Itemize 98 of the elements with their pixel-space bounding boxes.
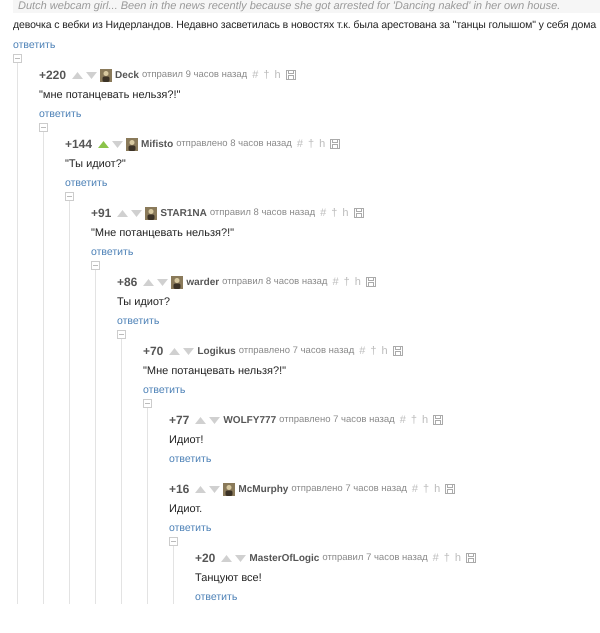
score: +20 <box>195 550 216 567</box>
upvote-icon[interactable] <box>169 348 180 354</box>
downvote-icon[interactable] <box>131 210 142 216</box>
action-icon[interactable]: # <box>332 274 339 290</box>
save-icon[interactable] <box>392 346 403 356</box>
reply-link[interactable]: ответить <box>117 314 160 328</box>
action-icon[interactable]: # <box>359 342 366 360</box>
action-icon[interactable]: h <box>382 342 388 360</box>
post-time: отправлено 7 часов назад <box>238 344 354 358</box>
score: +91 <box>91 205 112 222</box>
post-time: отправил 9 часов назад <box>142 68 248 82</box>
reply-link[interactable]: ответить <box>169 521 212 535</box>
comment-text: "Мне потанцевать нельзя?!" <box>91 226 236 240</box>
collapse-icon[interactable] <box>169 537 178 546</box>
author-name[interactable]: WOLFY777 <box>223 412 276 428</box>
save-icon[interactable] <box>445 484 456 494</box>
comment-text: "Ты идиот?" <box>65 157 127 171</box>
save-icon[interactable] <box>286 70 296 80</box>
action-icon[interactable]: † <box>370 342 377 360</box>
downvote-icon[interactable] <box>209 416 220 424</box>
action-icon[interactable]: † <box>344 274 350 290</box>
upvote-icon[interactable] <box>195 416 206 424</box>
action-icon[interactable]: # <box>320 204 326 222</box>
author-name[interactable]: Deck <box>115 68 139 82</box>
reply-link[interactable]: ответить <box>39 107 82 121</box>
upvote-icon[interactable] <box>72 72 84 78</box>
action-icon[interactable]: h <box>454 550 462 566</box>
score: +77 <box>169 412 190 429</box>
comment-text: Танцуют все! <box>195 571 263 585</box>
action-icon[interactable]: h <box>342 204 348 222</box>
action-icon[interactable]: † <box>423 480 430 498</box>
save-icon[interactable] <box>433 415 444 425</box>
post-time: отправлено 7 часов назад <box>279 412 395 427</box>
author-name[interactable]: STAR1NA <box>160 206 207 220</box>
post-time: отправил 8 часов назад <box>210 206 316 220</box>
reply-link[interactable]: ответить <box>195 590 238 604</box>
comment-text: Идиот. <box>169 502 204 516</box>
reply-link[interactable]: ответить <box>13 38 56 52</box>
author-name[interactable]: Mifisto <box>141 136 174 152</box>
post-time: отправил 7 часов назад <box>322 550 428 565</box>
downvote-icon[interactable] <box>183 348 194 354</box>
save-icon[interactable] <box>366 277 376 287</box>
upvote-icon[interactable] <box>117 210 128 216</box>
upvote-icon[interactable] <box>221 554 232 562</box>
score: +70 <box>143 343 164 360</box>
collapse-icon[interactable] <box>39 123 48 132</box>
post-time: отправлено 7 часов назад <box>291 482 407 496</box>
collapse-icon[interactable] <box>65 192 74 201</box>
action-icon[interactable]: † <box>308 136 314 152</box>
score: +144 <box>65 136 92 153</box>
action-icon[interactable]: † <box>444 550 450 566</box>
save-icon[interactable] <box>354 208 364 218</box>
action-icon[interactable]: h <box>434 480 440 498</box>
action-icon[interactable]: # <box>412 480 418 498</box>
score: +220 <box>39 67 66 84</box>
reply-link[interactable]: ответить <box>91 245 134 259</box>
action-icon[interactable]: h <box>422 412 428 428</box>
save-icon[interactable] <box>330 139 340 149</box>
action-icon[interactable]: † <box>410 412 417 428</box>
score: +16 <box>169 481 190 498</box>
comment-text: Идиот! <box>169 433 204 447</box>
comment-text: Ты идиот? <box>117 295 171 309</box>
caption: Dutch webcam girl... Been in the news recently because she got arrested for 'Dancing naked' in her own house. <box>13 0 600 13</box>
action-icon[interactable]: # <box>296 136 303 152</box>
action-icon[interactable]: # <box>252 66 258 84</box>
save-icon[interactable] <box>466 553 476 563</box>
reply-link[interactable]: ответить <box>169 452 212 466</box>
action-icon[interactable]: # <box>432 550 439 566</box>
author-name[interactable]: MasterOfLogic <box>249 550 320 566</box>
collapse-icon[interactable] <box>91 261 100 270</box>
action-icon[interactable]: h <box>319 136 326 152</box>
comment-text: "мне потанцевать нельзя?!" <box>39 88 182 102</box>
upvote-icon[interactable] <box>98 140 110 148</box>
collapse-icon[interactable] <box>143 399 152 408</box>
action-icon[interactable]: † <box>331 204 338 222</box>
action-icon[interactable]: † <box>263 66 270 84</box>
upvote-icon[interactable] <box>195 486 206 492</box>
collapse-icon[interactable] <box>117 330 126 339</box>
action-icon[interactable]: # <box>400 412 406 428</box>
author-name[interactable]: warder <box>186 274 220 290</box>
score: +86 <box>117 274 138 291</box>
comment-text: "Мне потанцевать нельзя?!" <box>143 364 288 378</box>
reply-link[interactable]: ответить <box>65 176 108 190</box>
collapse-icon[interactable] <box>13 54 22 63</box>
post-text: девочка с вебки из Нидерландов. Недавно засветилась в новостях т.к. была арестована за "танцы голышом" у себя дома <box>13 18 598 32</box>
action-icon[interactable]: h <box>274 66 281 84</box>
author-name[interactable]: Logikus <box>197 344 236 358</box>
downvote-icon[interactable] <box>235 554 246 562</box>
downvote-icon[interactable] <box>86 72 98 78</box>
reply-link[interactable]: ответить <box>143 383 186 397</box>
downvote-icon[interactable] <box>112 140 124 148</box>
author-name[interactable]: McMurphy <box>238 482 288 496</box>
action-icon[interactable]: h <box>354 274 361 290</box>
post-time: отправил 8 часов назад <box>222 274 328 289</box>
post-time: отправлено 8 часов назад <box>176 136 292 151</box>
downvote-icon[interactable] <box>157 278 168 286</box>
downvote-icon[interactable] <box>209 486 220 492</box>
upvote-icon[interactable] <box>143 278 154 286</box>
